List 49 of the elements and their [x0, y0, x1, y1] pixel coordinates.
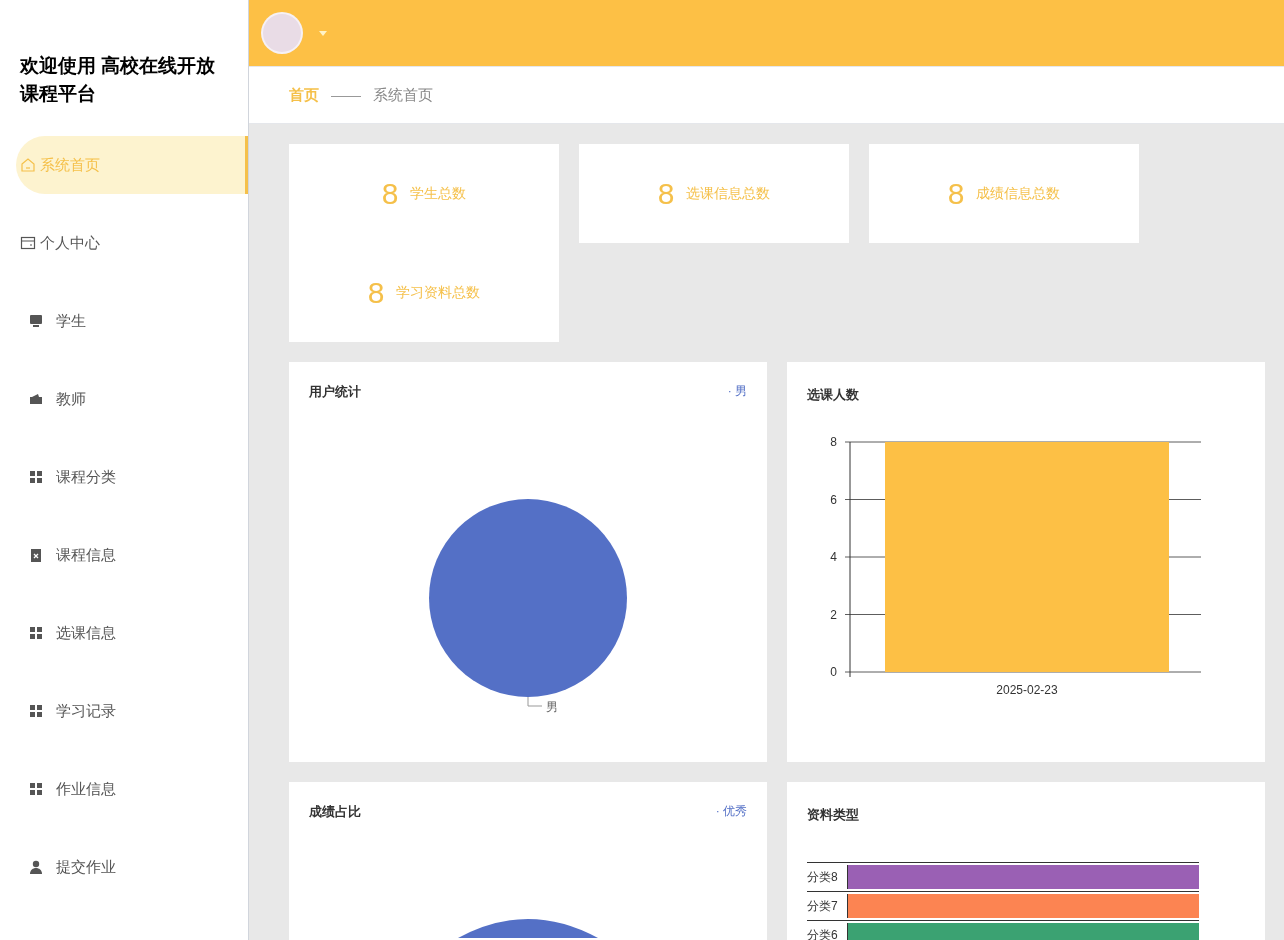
- legend-item[interactable]: · 男: [727, 382, 747, 402]
- caret-icon[interactable]: [319, 29, 327, 37]
- grid-icon: [28, 703, 44, 719]
- sidebar-item[interactable]: 选课信息: [0, 604, 248, 662]
- stat-label: 选课信息总数: [686, 184, 771, 203]
- chart-title: 资料类型: [807, 807, 859, 822]
- clipboard-icon: [28, 547, 44, 563]
- purse-icon: [28, 391, 44, 407]
- y-tick-label: 2: [830, 607, 838, 622]
- sidebar-item[interactable]: 学习记录: [0, 682, 248, 740]
- stat-value: 8: [367, 275, 385, 311]
- axis-label: 分类7: [807, 898, 839, 915]
- pie-label: 男: [546, 699, 558, 716]
- legend-item[interactable]: · 优秀: [715, 802, 747, 822]
- sidebar-item[interactable]: 作业信息: [0, 760, 248, 818]
- y-tick-label: 6: [830, 492, 838, 507]
- chart-title: 用户统计: [309, 383, 361, 401]
- breadcrumb-current: 系统首页: [373, 84, 433, 105]
- chart-title: 成绩占比: [309, 803, 361, 821]
- stat-label: 成绩信息总数: [976, 184, 1061, 203]
- chart-title: 选课人数: [807, 387, 859, 402]
- home-icon: [20, 157, 36, 173]
- monitor-icon: [28, 313, 44, 329]
- platform-title: 欢迎使用 高校在线开放课程平台: [18, 54, 217, 106]
- stat-value: 8: [947, 176, 965, 212]
- avatar[interactable]: [261, 12, 303, 54]
- axis-label: 分类8: [807, 869, 839, 886]
- sidebar-item[interactable]: 教师: [0, 370, 248, 428]
- grid-icon: [28, 625, 44, 641]
- leader-line: [527, 697, 543, 707]
- stat-value: 8: [381, 176, 399, 212]
- stat-value: 8: [657, 176, 675, 212]
- y-tick-label: 8: [830, 435, 838, 449]
- stat-label: 学习资料总数: [396, 283, 481, 302]
- wallet-icon: [20, 235, 36, 251]
- stat-label: 学生总数: [410, 184, 467, 203]
- y-tick-label: 4: [830, 550, 838, 564]
- axis-label: 分类6: [807, 927, 839, 940]
- x-tick-label: 2025-02-23: [996, 683, 1059, 697]
- grid-icon: [28, 781, 44, 797]
- sidebar-item[interactable]: 学生: [0, 292, 248, 350]
- user-icon: [28, 859, 44, 875]
- grid-icon: [28, 469, 44, 485]
- sidebar-item[interactable]: 提交作业: [0, 838, 248, 896]
- sidebar-item[interactable]: 课程分类: [0, 448, 248, 506]
- sidebar-item[interactable]: 个人中心: [0, 214, 248, 272]
- breadcrumb-separator: ——: [331, 84, 361, 105]
- sidebar-item[interactable]: 课程信息: [0, 526, 248, 584]
- y-tick-label: 0: [830, 665, 838, 679]
